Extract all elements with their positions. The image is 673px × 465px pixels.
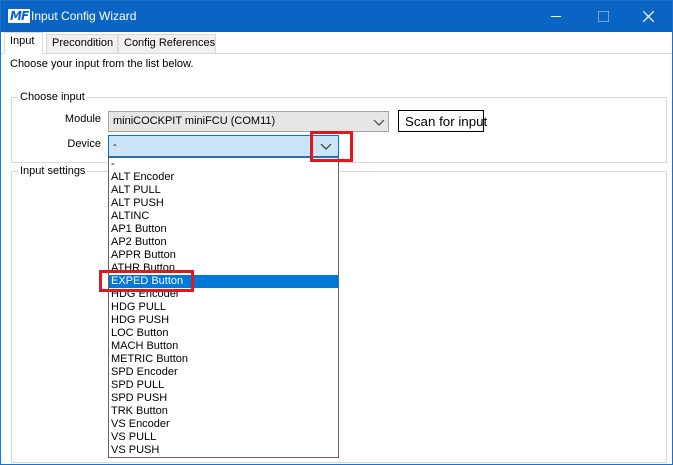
minimize-button[interactable] (533, 1, 579, 32)
title-bar[interactable]: MF Input Config Wizard (1, 1, 672, 32)
device-select[interactable]: - (108, 135, 339, 157)
dropdown-option[interactable]: METRIC Button (109, 353, 338, 366)
choose-input-legend: Choose input (18, 91, 87, 103)
module-select[interactable]: miniCOCKPIT miniFCU (COM11) (108, 111, 389, 132)
minimize-icon (551, 16, 561, 17)
dropdown-option[interactable]: LOC Button (109, 327, 338, 340)
window-title: Input Config Wizard (31, 9, 137, 23)
scan-for-input-button[interactable]: Scan for input (398, 110, 487, 132)
device-select-value: - (113, 139, 117, 151)
module-label: Module (64, 113, 101, 125)
dropdown-option[interactable]: AP1 Button (109, 223, 338, 236)
device-label: Device (67, 138, 101, 150)
maximize-button[interactable] (580, 1, 626, 32)
input-config-wizard-window: MF Input Config Wizard Input Preconditio… (0, 0, 673, 465)
app-logo: MF (8, 9, 31, 23)
input-settings-legend: Input settings (18, 165, 88, 177)
dropdown-option[interactable]: ALT PUSH (109, 197, 338, 210)
dropdown-option[interactable]: TRK Button (109, 405, 338, 418)
dropdown-option[interactable]: AP2 Button (109, 236, 338, 249)
dropdown-option[interactable]: MACH Button (109, 340, 338, 353)
dropdown-option[interactable]: ALTINC (109, 210, 338, 223)
dropdown-option[interactable]: ALT Encoder (109, 171, 338, 184)
device-dropdown-list[interactable]: - ALT Encoder ALT PULL ALT PUSH ALTINC AP1 Bu… (108, 157, 339, 458)
dropdown-option[interactable]: VS Encoder (109, 418, 338, 431)
dropdown-option[interactable]: APPR Button (109, 249, 338, 262)
dropdown-option[interactable]: SPD PULL (109, 379, 338, 392)
intro-text: Choose your input from the list below. (10, 58, 194, 70)
tab-input[interactable]: Input (4, 32, 43, 54)
module-select-value: miniCOCKPIT miniFCU (COM11) (113, 115, 276, 127)
dropdown-option[interactable]: VS PULL (109, 431, 338, 444)
close-button[interactable] (626, 1, 672, 32)
tab-precondition[interactable]: Precondition (46, 34, 118, 53)
highlight-dropdown-arrow (310, 131, 353, 162)
dropdown-option[interactable]: HDG PULL (109, 301, 338, 314)
close-icon (643, 11, 654, 22)
dropdown-option[interactable]: ALT PULL (109, 184, 338, 197)
chevron-down-icon (373, 119, 385, 126)
tab-strip: Input Precondition Config References (1, 32, 672, 54)
dropdown-option[interactable]: SPD PUSH (109, 392, 338, 405)
dropdown-option[interactable]: - (109, 158, 338, 171)
dropdown-option[interactable]: SPD Encoder (109, 366, 338, 379)
tab-config-references[interactable]: Config References (118, 34, 216, 53)
dropdown-option[interactable]: VS PUSH (109, 444, 338, 457)
highlight-selected-item (99, 270, 194, 292)
dropdown-option[interactable]: HDG PUSH (109, 314, 338, 327)
maximize-icon (598, 11, 609, 22)
